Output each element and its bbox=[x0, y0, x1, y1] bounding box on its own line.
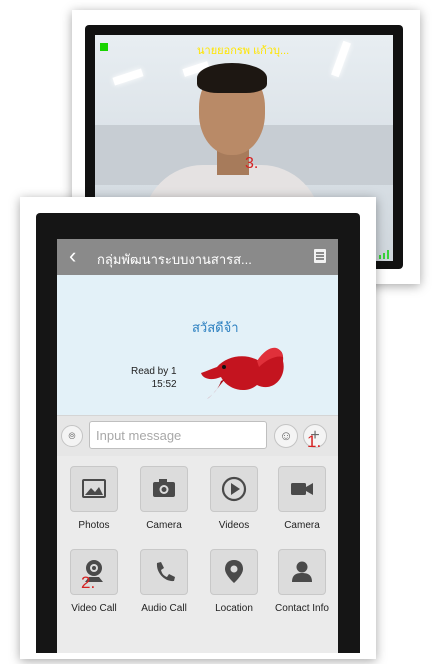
attach-videos[interactable]: Videos bbox=[201, 466, 267, 531]
attach-label: Videos bbox=[218, 520, 250, 531]
attach-contact-info[interactable]: Contact Info bbox=[269, 549, 335, 614]
green-status-dot bbox=[100, 43, 108, 51]
contact-icon bbox=[292, 561, 312, 582]
attach-label: Location bbox=[215, 603, 253, 614]
play-icon bbox=[221, 476, 247, 502]
attach-location[interactable]: Location bbox=[201, 549, 267, 614]
smiley-icon: ☺ bbox=[279, 428, 293, 443]
attach-label: Video Call bbox=[71, 603, 117, 614]
marker-1: 1. bbox=[307, 432, 322, 451]
phone-screen: ‹ กลุ่มพัฒนาระบบงานสารส... สวัสดีจ้า Rea… bbox=[57, 239, 338, 653]
attach-label: Camera bbox=[146, 520, 182, 531]
person-hair bbox=[197, 63, 267, 93]
chat-area: สวัสดีจ้า Read by 1 15:52 bbox=[57, 275, 338, 415]
camera-icon bbox=[153, 479, 175, 497]
phone-icon bbox=[156, 562, 175, 582]
video-camera-icon bbox=[291, 483, 313, 495]
chevron-left-icon[interactable]: ‹ bbox=[69, 245, 76, 267]
location-pin-icon bbox=[225, 560, 243, 583]
sticker-text: สวัสดีจ้า bbox=[192, 320, 239, 335]
ceiling-light bbox=[112, 68, 144, 86]
attach-label: Contact Info bbox=[275, 603, 329, 614]
attach-video-camera[interactable]: Camera bbox=[269, 466, 335, 531]
emoji-button[interactable]: ☺ bbox=[274, 424, 298, 448]
betta-fish-sticker[interactable] bbox=[197, 337, 287, 401]
attach-label: Photos bbox=[78, 520, 110, 531]
ceiling-light bbox=[331, 40, 351, 78]
input-bar: ⦾ ☺ + 1. bbox=[57, 415, 338, 456]
attachment-panel: Photos Camera Videos Camera Video Call 2… bbox=[57, 456, 338, 653]
read-time: 15:52 bbox=[151, 379, 177, 390]
attach-photos[interactable]: Photos bbox=[61, 466, 127, 531]
attach-label: Camera bbox=[284, 520, 320, 531]
read-by-text: Read by 1 bbox=[131, 366, 177, 377]
marker-2: 2. bbox=[81, 573, 96, 592]
signal-bars-icon bbox=[379, 250, 389, 259]
attach-label: Audio Call bbox=[141, 603, 187, 614]
caller-name: นายยอกรพ แก้วบุ... bbox=[197, 45, 290, 57]
menu-icon[interactable] bbox=[314, 249, 326, 263]
image-icon bbox=[82, 479, 106, 498]
chat-screenshot: ‹ กลุ่มพัฒนาระบบงานสารส... สวัสดีจ้า Rea… bbox=[20, 197, 376, 659]
voice-input-button[interactable]: ⦾ bbox=[61, 425, 83, 447]
read-status: Read by 1 15:52 bbox=[131, 365, 177, 391]
marker-3: 3. bbox=[245, 155, 259, 172]
chat-title: กลุ่มพัฒนาระบบงานสารส... bbox=[97, 252, 252, 267]
phone-frame: ‹ กลุ่มพัฒนาระบบงานสารส... สวัสดีจ้า Rea… bbox=[36, 213, 360, 653]
nav-bar: ‹ กลุ่มพัฒนาระบบงานสารส... bbox=[57, 239, 338, 275]
attach-video-call[interactable]: Video Call 2. bbox=[61, 549, 127, 614]
message-input[interactable] bbox=[89, 421, 267, 449]
attach-audio-call[interactable]: Audio Call bbox=[131, 549, 197, 614]
attach-camera[interactable]: Camera bbox=[131, 466, 197, 531]
voice-icon: ⦾ bbox=[68, 431, 76, 441]
